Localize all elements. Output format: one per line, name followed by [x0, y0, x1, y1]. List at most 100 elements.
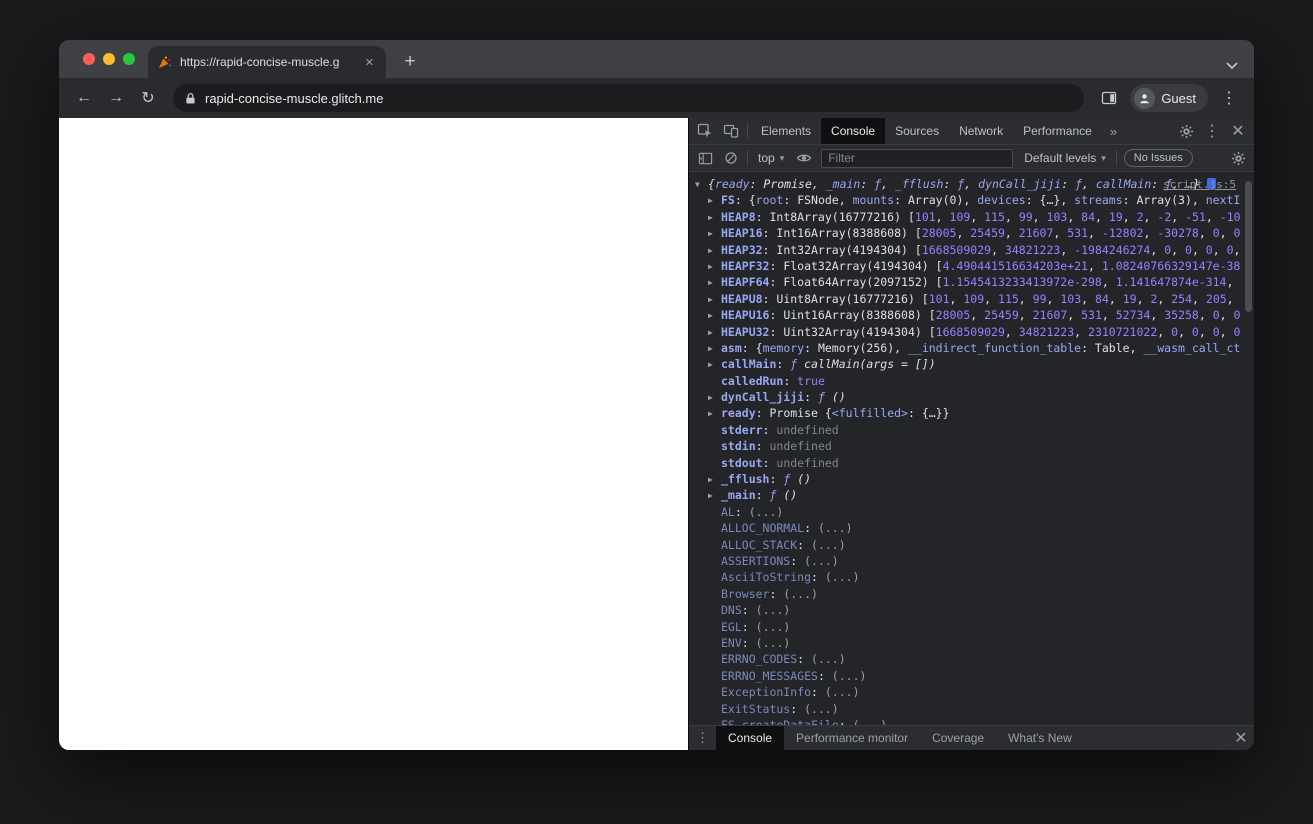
console-row[interactable]: ExceptionInfo: (...)	[695, 684, 1240, 700]
browser-toolbar: ← → ↻ rapid-concise-muscle.glitch.me Gue…	[59, 78, 1254, 118]
console-row[interactable]: ▶ HEAP8: Int8Array(16777216) [101, 109, 1…	[695, 209, 1240, 225]
disclosure-right-icon[interactable]: ▶	[708, 357, 721, 372]
lock-icon	[185, 92, 196, 105]
console-row[interactable]: DNS: (...)	[695, 602, 1240, 618]
window-content: Elements Console Sources Network Performance…	[59, 118, 1254, 750]
drawer-menu-icon[interactable]: ⋮	[689, 730, 716, 746]
console-row[interactable]: ▶ ready: Promise {<fulfilled>: {…}}	[695, 405, 1240, 421]
browser-tab[interactable]: https://rapid-concise-muscle.g ✕	[148, 46, 386, 78]
devtools-tabs: Elements Console Sources Network Performance	[751, 118, 1102, 144]
console-sidebar-icon[interactable]	[692, 145, 718, 171]
tab-search-chevron-icon[interactable]	[1226, 62, 1238, 69]
console-row[interactable]: ▶ HEAPU8: Uint8Array(16777216) [101, 109,…	[695, 291, 1240, 307]
devtools-tab-elements[interactable]: Elements	[751, 118, 821, 144]
drawer-tab-coverage[interactable]: Coverage	[920, 726, 996, 750]
disclosure-right-icon[interactable]: ▶	[708, 193, 721, 208]
inspect-element-icon[interactable]	[692, 118, 718, 144]
close-window-button[interactable]	[83, 53, 95, 65]
console-row[interactable]: stderr: undefined	[695, 422, 1240, 438]
console-row[interactable]: ALLOC_NORMAL: (...)	[695, 520, 1240, 536]
no-issues-button[interactable]: No Issues	[1123, 149, 1193, 167]
new-tab-button[interactable]: +	[397, 49, 423, 75]
console-row[interactable]: ▶ HEAPF64: Float64Array(2097152) [1.15454…	[695, 274, 1240, 290]
disclosure-right-icon[interactable]: ▶	[708, 325, 721, 340]
console-row[interactable]: ▶ asm: {memory: Memory(256), __indirect_f…	[695, 340, 1240, 356]
console-row[interactable]: ▶ FS: {root: FSNode, mounts: Array(0), de…	[695, 192, 1240, 208]
console-row[interactable]: ExitStatus: (...)	[695, 701, 1240, 717]
minimize-window-button[interactable]	[103, 53, 115, 65]
window-controls	[83, 53, 135, 65]
console-row[interactable]: AL: (...)	[695, 504, 1240, 520]
console-row[interactable]: ENV: (...)	[695, 635, 1240, 651]
forward-button[interactable]: →	[101, 83, 131, 113]
devtools-tab-network[interactable]: Network	[949, 118, 1013, 144]
console-row[interactable]: ▶ callMain: ƒ callMain(args = [])	[695, 356, 1240, 372]
disclosure-right-icon[interactable]: ▶	[708, 308, 721, 323]
console-row[interactable]: ▶ HEAP32: Int32Array(4194304) [1668509029…	[695, 242, 1240, 258]
clear-console-icon[interactable]	[718, 145, 744, 171]
disclosure-right-icon[interactable]: ▶	[708, 259, 721, 274]
console-row[interactable]: ▶ _main: ƒ ()	[695, 487, 1240, 503]
console-row[interactable]: calledRun: true	[695, 373, 1240, 389]
device-toolbar-icon[interactable]	[718, 118, 744, 144]
drawer-tab-performance-monitor[interactable]: Performance monitor	[784, 726, 920, 750]
javascript-context-dropdown[interactable]: top ▾	[751, 151, 791, 165]
drawer-tab-console[interactable]: Console	[716, 726, 785, 750]
disclosure-right-icon[interactable]: ▶	[708, 390, 721, 405]
console-row[interactable]: ▶ HEAPU16: Uint16Array(8388608) [28005, 2…	[695, 307, 1240, 323]
drawer-tab-what-s-new[interactable]: What's New	[996, 726, 1084, 750]
site-favicon-icon	[158, 55, 172, 69]
disclosure-right-icon[interactable]: ▶	[708, 488, 721, 503]
console-scrollbar-thumb[interactable]	[1245, 181, 1252, 312]
console-row[interactable]: ALLOC_STACK: (...)	[695, 537, 1240, 553]
back-button[interactable]: ←	[69, 83, 99, 113]
disclosure-right-icon[interactable]: ▶	[708, 472, 721, 487]
disclosure-right-icon[interactable]: ▶	[708, 210, 721, 225]
tab-close-icon[interactable]: ✕	[363, 56, 376, 69]
devtools-tabbar: Elements Console Sources Network Performance…	[689, 118, 1254, 145]
profile-chip[interactable]: Guest	[1130, 84, 1208, 112]
disclosure-right-icon[interactable]: ▶	[708, 406, 721, 421]
browser-menu-icon[interactable]: ⋮	[1214, 83, 1244, 113]
console-row[interactable]: ▶ _fflush: ƒ ()	[695, 471, 1240, 487]
devtools-panel: Elements Console Sources Network Performance…	[688, 118, 1254, 750]
devtools-tab-performance[interactable]: Performance	[1013, 118, 1102, 144]
console-row[interactable]: AsciiToString: (...)	[695, 569, 1240, 585]
disclosure-right-icon[interactable]: ▶	[708, 275, 721, 290]
more-panels-chevron[interactable]: »	[1102, 124, 1125, 139]
live-expression-eye-icon[interactable]	[791, 145, 817, 171]
address-bar[interactable]: rapid-concise-muscle.glitch.me	[173, 84, 1085, 112]
avatar	[1134, 87, 1156, 109]
log-levels-dropdown[interactable]: Default levels ▾	[1017, 151, 1113, 165]
disclosure-right-icon[interactable]: ▶	[708, 341, 721, 356]
console-row[interactable]: Browser: (...)	[695, 586, 1240, 602]
console-row[interactable]: ▶ HEAP16: Int16Array(8388608) [28005, 254…	[695, 225, 1240, 241]
disclosure-right-icon[interactable]: ▶	[708, 292, 721, 307]
console-row[interactable]: ▶ HEAPU32: Uint32Array(4194304) [16685090…	[695, 324, 1240, 340]
side-panel-icon[interactable]	[1094, 83, 1124, 113]
filter-input[interactable]	[821, 148, 1014, 168]
devtools-close-icon[interactable]: ✕	[1225, 118, 1251, 144]
disclosure-right-icon[interactable]: ▶	[708, 226, 721, 241]
console-row[interactable]: ERRNO_MESSAGES: (...)	[695, 668, 1240, 684]
zoom-window-button[interactable]	[123, 53, 135, 65]
console-row[interactable]: ▼ {ready: Promise, _main: ƒ, _fflush: ƒ, …	[695, 176, 1240, 192]
console-row[interactable]: stdout: undefined	[695, 455, 1240, 471]
reload-button[interactable]: ↻	[133, 83, 163, 113]
console-row[interactable]: ERRNO_CODES: (...)	[695, 651, 1240, 667]
disclosure-down-icon[interactable]: ▼	[695, 177, 708, 192]
disclosure-right-icon[interactable]: ▶	[708, 243, 721, 258]
console-settings-gear-icon[interactable]	[1225, 145, 1251, 171]
devtools-tab-console[interactable]: Console	[821, 118, 886, 144]
console-row[interactable]: FS_createDataFile: (...)	[695, 717, 1240, 725]
console-row[interactable]: stdin: undefined	[695, 438, 1240, 454]
devtools-menu-icon[interactable]: ⋮	[1199, 118, 1225, 144]
source-link[interactable]: script.js:5	[1163, 178, 1236, 191]
console-row[interactable]: EGL: (...)	[695, 619, 1240, 635]
console-row[interactable]: ▶ dynCall_jiji: ƒ ()	[695, 389, 1240, 405]
devtools-settings-gear-icon[interactable]	[1173, 118, 1199, 144]
drawer-close-icon[interactable]: ✕	[1228, 725, 1254, 750]
console-row[interactable]: ASSERTIONS: (...)	[695, 553, 1240, 569]
devtools-tab-sources[interactable]: Sources	[885, 118, 949, 144]
console-row[interactable]: ▶ HEAPF32: Float32Array(4194304) [4.49044…	[695, 258, 1240, 274]
